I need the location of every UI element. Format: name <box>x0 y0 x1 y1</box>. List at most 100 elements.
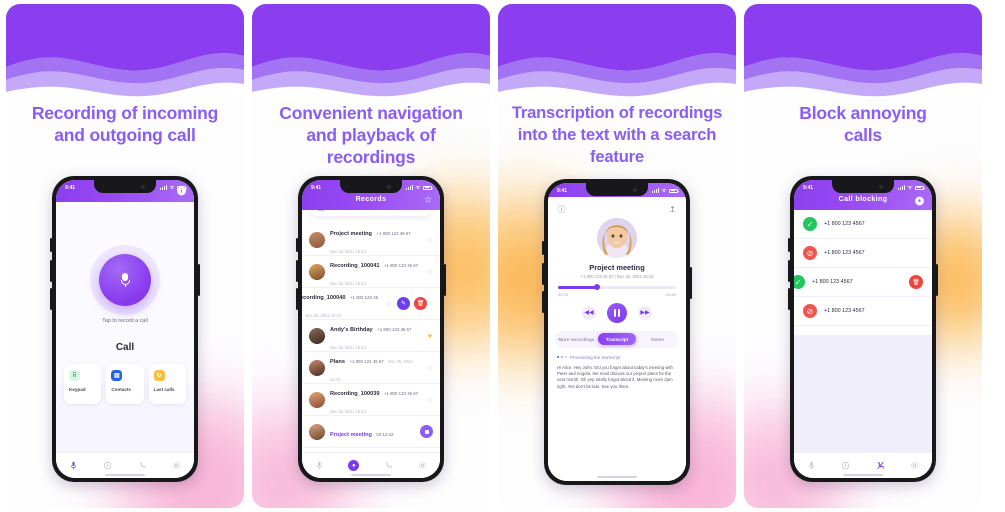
tab-mic-icon[interactable] <box>68 460 79 471</box>
allow-icon[interactable]: ✓ <box>794 275 805 289</box>
phone-notch <box>832 180 894 193</box>
allow-icon[interactable]: ✓ <box>803 217 817 231</box>
headline-line-1: Transcription of recordings <box>511 103 723 122</box>
records-icon <box>842 461 850 470</box>
add-icon[interactable]: + <box>915 196 924 206</box>
favorite-star-icon[interactable]: ☆ <box>427 236 433 244</box>
mic-icon <box>120 273 130 287</box>
record-text: Recording_100041 +1 800 123 45 67 Dec 25… <box>330 254 422 290</box>
list-item[interactable]: Plans +1 800 123 45 67 Dec 25, 2021 15:4… <box>302 352 440 384</box>
list-item[interactable]: Andy's Birthday +1 800 123 45 67 Dec 25,… <box>302 320 440 352</box>
tab-transcript[interactable]: Transcript <box>598 333 636 346</box>
tab-mic-icon[interactable] <box>314 460 325 471</box>
phone-mockup: 9:41 ⓘ ↥ Project meeting +1 800 123 45 6… <box>542 179 692 485</box>
blocked-row[interactable]: ⊘ +1 800 123 4567 <box>794 239 932 268</box>
list-item-swiped[interactable]: Recording_100040 +1 800 123 45 67 Dec 25… <box>302 288 440 320</box>
status-time: 9:41 <box>65 184 76 191</box>
tab-call-block-icon[interactable] <box>383 460 394 471</box>
favorite-star-icon[interactable]: ☆ <box>427 364 433 372</box>
tab-settings-icon[interactable] <box>171 460 182 471</box>
status-indicators <box>159 185 187 190</box>
record-button[interactable] <box>99 254 151 306</box>
home-indicator <box>843 473 883 476</box>
transcript-text: Hi Alice. Hey John. Did you forget about… <box>557 364 673 389</box>
block-icon[interactable]: ⊘ <box>803 304 817 318</box>
tab-notes[interactable]: Notes <box>639 333 677 345</box>
status-indicators <box>405 185 433 190</box>
home-body: Tap to record a call Call ⠿ Keypad ▤ Con… <box>56 202 194 478</box>
seek-fill <box>558 286 597 289</box>
tab-more-recordings[interactable]: More recordings <box>558 333 596 345</box>
record-text: Recording_100039 +1 800 123 45 67 Dec 25… <box>330 382 422 418</box>
tile-contacts[interactable]: ▤ Contacts <box>106 364 144 404</box>
signal-icon <box>897 185 905 190</box>
search-input[interactable]: Search <box>310 210 432 216</box>
phone-mockup: 9:41 Records ☆ Search <box>296 176 446 482</box>
wave-header <box>252 4 490 99</box>
delete-button[interactable]: 🗑 <box>909 275 923 289</box>
tile-label: Contacts <box>111 387 131 392</box>
call-block-icon <box>139 462 146 469</box>
processing-status: Processing the transcript <box>548 348 686 360</box>
swipe-actions: ✎ 🗑 <box>397 297 433 310</box>
player-topbar: ⓘ ↥ <box>548 197 686 216</box>
tab-settings-icon[interactable] <box>417 460 428 471</box>
tab-records-icon[interactable] <box>102 460 113 471</box>
status-time: 9:41 <box>311 184 322 191</box>
search-placeholder: Search <box>327 210 343 211</box>
list-item[interactable]: Project meeting +1 800 123 45 67 Dec 25,… <box>302 224 440 256</box>
favorite-star-icon[interactable]: ☆ <box>427 268 433 276</box>
blocked-row[interactable]: ✓ +1 800 123 4567 <box>794 210 932 239</box>
list-item[interactable]: Recording_100039 +1 800 123 45 67 Dec 25… <box>302 384 440 416</box>
tab-records-icon[interactable]: ● <box>348 460 360 471</box>
phone-number: +1 800 123 4567 <box>824 221 865 227</box>
wifi-icon <box>661 188 667 193</box>
phone-notch <box>94 180 156 193</box>
call-block-icon <box>385 462 392 469</box>
seek-knob[interactable] <box>593 284 600 291</box>
records-body: Search Project meeting +1 800 123 45 67 … <box>302 210 440 478</box>
phone-number: +1 800 123 4567 <box>824 308 865 314</box>
mic-icon <box>316 461 322 470</box>
phone-volume-down <box>50 288 52 310</box>
tab-records-icon[interactable] <box>840 460 851 471</box>
forward-icon[interactable]: ▶▶ <box>638 305 652 320</box>
avatar <box>309 359 325 376</box>
blocked-row[interactable]: ⊘ +1 800 123 4567 <box>794 297 932 326</box>
record-name: Project meeting <box>330 230 372 237</box>
edit-button[interactable]: ✎ <box>397 297 410 310</box>
tile-last-calls[interactable]: ↻ Last calls <box>148 364 186 404</box>
tab-mic-icon[interactable] <box>806 460 817 471</box>
star-icon[interactable]: ☆ <box>424 195 432 205</box>
seek-slider[interactable] <box>558 284 676 291</box>
record-number: +1 800 123 45 67 <box>349 358 384 364</box>
call-section-title: Call <box>115 342 135 353</box>
records-list[interactable]: Project meeting +1 800 123 45 67 Dec 25,… <box>302 224 440 452</box>
status-time: 9:41 <box>557 187 568 194</box>
phone-mute-switch <box>788 238 790 252</box>
headline-line-1: Convenient navigation <box>279 103 463 123</box>
tile-keypad[interactable]: ⠿ Keypad <box>64 364 102 404</box>
blocked-row-swiped[interactable]: ✓ +1 800 123 4567 🗑 <box>794 268 932 297</box>
app-store-screenshot-gallery: Recording of incoming and outgoing call … <box>0 0 1005 512</box>
tab-call-block-icon[interactable] <box>875 460 886 471</box>
favorite-star-icon[interactable]: ☆ <box>427 396 433 404</box>
block-icon[interactable]: ⊘ <box>803 246 817 260</box>
pause-button[interactable] <box>607 302 627 323</box>
tab-settings-icon[interactable] <box>909 460 920 471</box>
status-indicators <box>651 188 679 193</box>
rewind-icon[interactable]: ◀◀ <box>582 305 596 320</box>
pause-button[interactable] <box>420 425 433 438</box>
favorite-star-icon[interactable]: ★ <box>427 332 433 340</box>
tab-call-block-icon[interactable] <box>137 460 148 471</box>
blocked-numbers-list[interactable]: ✓ +1 800 123 4567 ⊘ +1 800 123 4567 ✓ +1… <box>794 210 932 452</box>
favorite-star-icon[interactable]: ☆ <box>386 300 392 308</box>
info-icon[interactable]: ⓘ <box>557 205 566 214</box>
list-item[interactable]: Recording_100041 +1 800 123 45 67 Dec 25… <box>302 256 440 288</box>
phone-volume-up <box>296 260 298 282</box>
delete-button[interactable]: 🗑 <box>414 297 427 310</box>
avatar <box>309 327 325 344</box>
share-icon[interactable]: ↥ <box>668 205 677 214</box>
list-item-playing[interactable]: Project meeting 00:12:42 <box>302 416 440 448</box>
time-row: 00:15 -00:43 <box>548 289 686 297</box>
